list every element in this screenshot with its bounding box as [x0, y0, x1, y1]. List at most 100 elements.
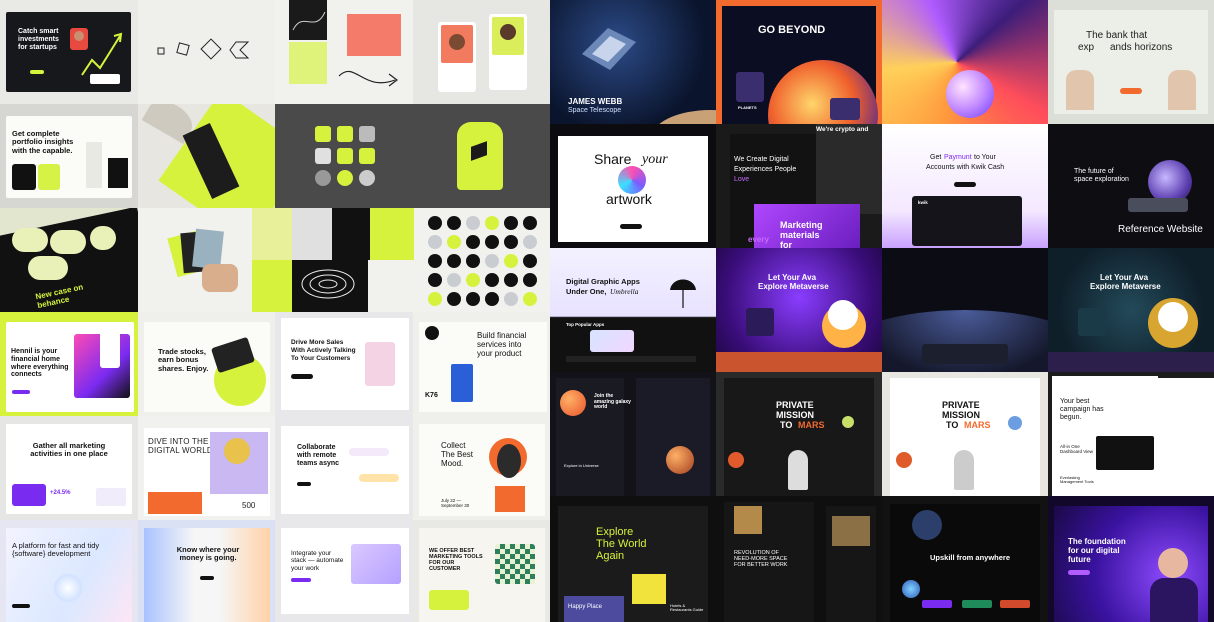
kwik-get: Get: [930, 154, 942, 161]
tile-trade[interactable]: Trade stocks, earn bonus shares. Enjoy.: [138, 312, 275, 416]
gather-headline: Gather all marketing activities in one p…: [30, 441, 108, 459]
tile-drive-sales[interactable]: Drive More Sales With Actively Talking T…: [275, 312, 413, 416]
tile-bank-horizons[interactable]: The bank that exp ands horizons: [1048, 0, 1214, 124]
tile-galaxy[interactable]: Join the amazing galaxy world Explore in…: [550, 372, 716, 496]
grid-dot: [523, 292, 537, 306]
grid-dot: [504, 216, 518, 230]
tile-sticky-notes[interactable]: [275, 0, 413, 104]
tile-spiral-pattern[interactable]: [252, 208, 414, 312]
tile-profile-cards[interactable]: [413, 0, 550, 104]
tile-fluid-art[interactable]: [882, 0, 1048, 124]
marketing-line2: materials: [780, 230, 820, 240]
tile-marketing[interactable]: WE OFFER BEST MARKETING TOOLS FOR OUR CU…: [413, 520, 550, 622]
tile-revolution[interactable]: REVOLUTION OF NEED-MORE SPACE FOR BETTER…: [716, 496, 882, 622]
tile-digital-experiences[interactable]: We Create Digital Experiences People Lov…: [716, 124, 882, 248]
tile-collect-mood[interactable]: Collect The Best Mood. July 22 — Septemb…: [413, 416, 550, 520]
ava1-line2: Explore Metaverse: [758, 282, 829, 291]
tile-mars-dark[interactable]: PRIVATE MISSION TO MARS: [716, 372, 882, 496]
tile-space-future[interactable]: The future of space exploration Referenc…: [1048, 124, 1214, 248]
grid-dot: [428, 273, 442, 287]
campaign-headline: Your best campaign has begun.: [1060, 398, 1104, 421]
dga-line3: Umbrella: [610, 287, 639, 296]
tile-collaborate[interactable]: Collaborate with remote teams async: [275, 416, 413, 520]
squiggle-line-icon: [292, 11, 326, 31]
grid-dot: [466, 292, 480, 306]
build-headline: Build financial services into your produ…: [477, 331, 527, 358]
tile-hennil[interactable]: Hennil is your financial home where ever…: [0, 312, 138, 416]
tile-poster-tube[interactable]: [138, 104, 275, 208]
tile-upskill[interactable]: Upskill from anywhere: [882, 496, 1048, 622]
tile-dive-digital[interactable]: DIVE INTO THE DIGITAL WORLD 500: [138, 416, 275, 520]
platform-headline: A platform for fast and tidy {software} …: [12, 541, 100, 559]
tile-explore-world[interactable]: Explore The World Again Happy Place Hote…: [550, 496, 716, 622]
grid-dot: [466, 216, 480, 230]
tile-catch-startups[interactable]: Catch smart investments for startups: [0, 0, 138, 104]
collab-line2: with remote: [297, 452, 337, 459]
allin-text: All-in One Dashboard View: [1060, 444, 1093, 455]
tile-go-beyond[interactable]: GO BEYOND PLANETS: [716, 0, 882, 124]
grid-dot: [485, 273, 499, 287]
tile-money[interactable]: Know where your money is going.: [138, 520, 275, 622]
reference-website-label[interactable]: Reference Website: [1118, 224, 1203, 235]
telescope-icon: [582, 28, 636, 70]
future-headline: The future of space exploration: [1074, 168, 1129, 183]
hennil-headline: Hennil is your financial home where ever…: [11, 348, 69, 379]
tile-campaign[interactable]: Your best campaign has begun. All-in One…: [1048, 372, 1214, 496]
kwik-logo: kwik: [918, 200, 928, 205]
collab-line1: Collaborate: [297, 444, 336, 451]
webb-title: JAMES WEBB: [568, 97, 623, 106]
beyond-title: GO BEYOND: [758, 24, 826, 36]
tile-platform[interactable]: A platform for fast and tidy {software} …: [0, 520, 138, 622]
grid-dot: [447, 235, 461, 249]
tile-hand-cards[interactable]: [138, 208, 252, 312]
grid-dot: [428, 235, 442, 249]
tile-share-artwork[interactable]: Share your artwork: [550, 124, 716, 248]
tile-ava-metaverse-purple[interactable]: Let Your Ava Explore Metaverse: [716, 248, 882, 372]
grid-dot: [428, 216, 442, 230]
tile-behance[interactable]: New case on behance: [0, 208, 138, 312]
tile-digital-apps[interactable]: Digital Graphic Apps Under One, Umbrella…: [550, 248, 716, 372]
tile-integrate[interactable]: Integrate your stack — automate your wor…: [275, 520, 413, 622]
ava2-line2: Explore Metaverse: [1090, 282, 1161, 291]
upskill-headline: Upskill from anywhere: [930, 553, 1011, 562]
planets-label: PLANETS: [738, 105, 757, 110]
tile-capable[interactable]: Get complete portfolio insights with the…: [0, 104, 138, 208]
grid-dot: [523, 254, 537, 268]
grid-dot: [428, 254, 442, 268]
kwik-accounts: Accounts with Kwik Cash: [926, 164, 1005, 171]
tile-icon-grid[interactable]: [275, 104, 413, 208]
tile-james-webb[interactable]: JAMES WEBB Space Telescope: [550, 0, 716, 124]
share-word2: your: [642, 152, 668, 167]
grid-dot: [447, 216, 461, 230]
dive-number: 500: [242, 501, 256, 510]
umbrella-icon: [670, 279, 696, 308]
tile-mars-light[interactable]: PRIVATE MISSION TO MARS: [882, 372, 1048, 496]
tile-big-lime-app[interactable]: [413, 104, 550, 208]
bank-line1: The bank that: [1086, 30, 1148, 41]
share-word3: artwork: [606, 191, 652, 207]
tile-kwik-cash[interactable]: Get Paymunt to Your Accounts with Kwik C…: [882, 124, 1048, 248]
collab-line3: teams async: [297, 460, 340, 467]
digital-line1: We Create Digital: [734, 156, 789, 163]
grid-dot: [466, 235, 480, 249]
dga-line2: Under One,: [566, 287, 607, 296]
tile-foundation[interactable]: The foundation for our digital future: [1048, 496, 1214, 622]
mars-dark-line4: MARS: [798, 420, 825, 430]
everlasting-text: Everlasting Management Tools: [1060, 475, 1094, 485]
dive-headline: DIVE INTO THE DIGITAL WORLD: [148, 437, 213, 455]
popular-apps: Top Popular Apps: [566, 322, 605, 327]
kwik-paymunt: Paymunt: [944, 154, 972, 161]
grid-dot: [485, 216, 499, 230]
happy-place: Happy Place: [568, 604, 603, 610]
grid-dot: [466, 254, 480, 268]
tile-build-financial[interactable]: Build financial services into your produ…: [413, 312, 550, 416]
tile-dot-grid[interactable]: [414, 208, 550, 312]
tile-dark-horizon[interactable]: [882, 248, 1048, 372]
tile-gather[interactable]: Gather all marketing activities in one p…: [0, 416, 138, 520]
tile-ava-metaverse-dark[interactable]: Let Your Ava Explore Metaverse: [1048, 248, 1214, 372]
world-line1: Explore: [596, 526, 634, 538]
bank-line2: exp: [1078, 42, 1095, 53]
tile-logo-shapes[interactable]: [138, 0, 275, 104]
grid-dot: [485, 292, 499, 306]
digital-line2: Experiences People: [734, 166, 797, 173]
